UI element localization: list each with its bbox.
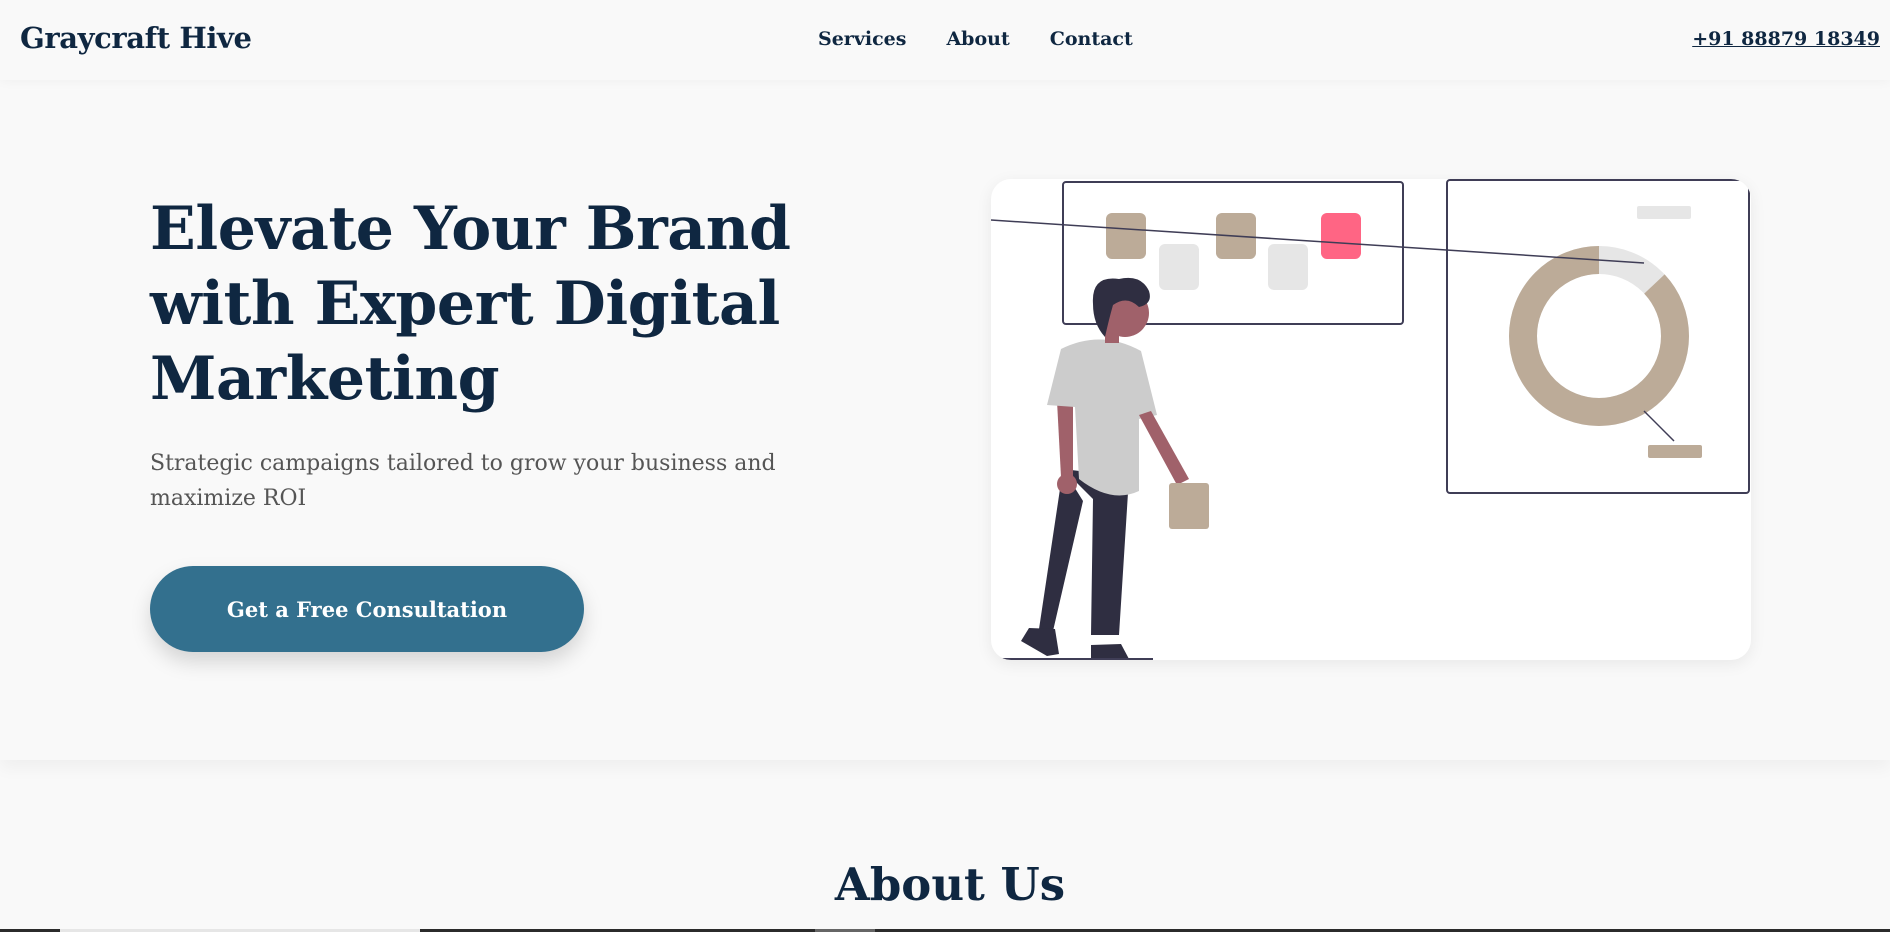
donut-label-placeholder — [1637, 206, 1691, 219]
about-section-title: About Us — [834, 858, 1066, 911]
phone-link[interactable]: +91 88879 18349 — [1692, 28, 1880, 50]
hero-title: Elevate Your Brand with Expert Digital M… — [150, 194, 791, 414]
sticky-note — [1268, 244, 1308, 290]
free-consultation-button[interactable]: Get a Free Consultation — [150, 566, 584, 652]
site-header: Graycraft Hive Services About Contact +9… — [0, 0, 1890, 80]
main-nav: Services About Contact — [818, 28, 1133, 50]
analytics-illustration — [991, 179, 1750, 660]
hero-subtitle: Strategic campaigns tailored to grow you… — [150, 451, 776, 511]
nav-link-about[interactable]: About — [946, 28, 1009, 50]
hero-section: Elevate Your Brand with Expert Digital M… — [0, 80, 1890, 760]
sticky-note-highlight — [1321, 213, 1361, 259]
brand-logo[interactable]: Graycraft Hive — [20, 21, 252, 55]
person-figure — [1001, 277, 1209, 660]
hero-illustration — [991, 179, 1751, 660]
nav-link-services[interactable]: Services — [818, 28, 906, 50]
sticky-note — [1159, 244, 1199, 290]
nav-link-contact[interactable]: Contact — [1050, 28, 1133, 50]
sticky-note — [1106, 213, 1146, 259]
donut-label-placeholder — [1648, 445, 1702, 458]
